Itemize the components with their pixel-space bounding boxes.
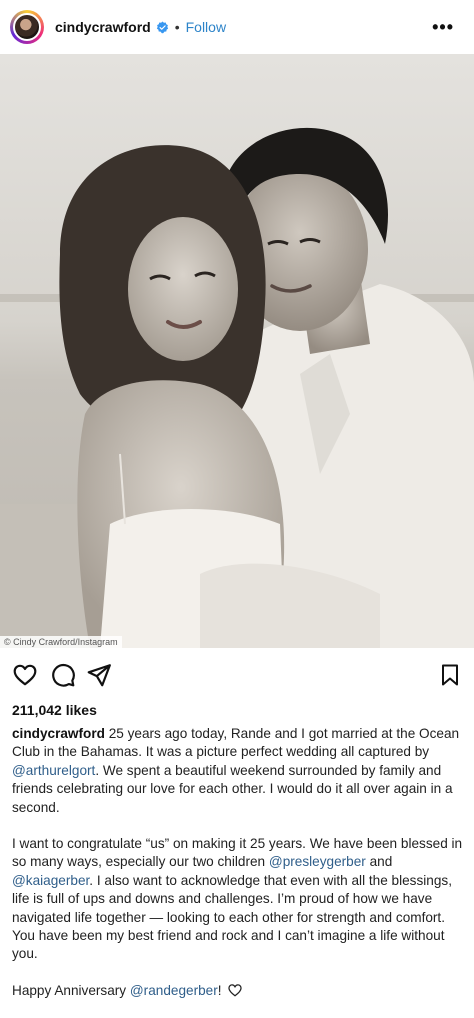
caption-text: Happy Anniversary	[12, 982, 130, 998]
caption-text: I want to congratulate “us” on making it…	[12, 836, 463, 870]
mention-link[interactable]: @arthurelgort	[12, 763, 95, 778]
likes-count[interactable]: 211,042 likes	[12, 702, 97, 718]
post-photo[interactable]: © Cindy Crawford/Instagram	[0, 54, 474, 648]
mention-link[interactable]: @presleygerber	[269, 854, 366, 869]
post-caption: cindycrawford 25 years ago today, Rande …	[12, 725, 464, 1018]
more-options-icon[interactable]: •••	[432, 17, 454, 38]
caption-paragraph-1: cindycrawford 25 years ago today, Rande …	[12, 725, 464, 817]
verified-badge-icon	[156, 21, 168, 33]
action-bar	[0, 660, 474, 692]
separator-dot: •	[174, 19, 180, 35]
caption-paragraph-3: Happy Anniversary @randegerber!	[12, 982, 464, 1000]
avatar[interactable]	[10, 10, 44, 44]
bookmark-icon[interactable]	[438, 662, 462, 688]
mention-link[interactable]: @kaiagerber	[12, 873, 89, 888]
caption-username[interactable]: cindycrawford	[12, 726, 105, 741]
photo-illustration	[0, 54, 474, 648]
heart-emoji-icon	[228, 984, 242, 997]
photo-credit: © Cindy Crawford/Instagram	[0, 636, 122, 648]
like-heart-icon[interactable]	[12, 662, 38, 688]
post-header: cindycrawford • Follow •••	[0, 0, 474, 54]
caption-text: !	[217, 982, 226, 998]
mention-link[interactable]: @randegerber	[130, 983, 218, 998]
comment-icon[interactable]	[50, 662, 76, 688]
caption-paragraph-2: I want to congratulate “us” on making it…	[12, 835, 464, 964]
avatar-image	[13, 13, 41, 41]
caption-text: and	[365, 854, 393, 870]
follow-button[interactable]: Follow	[186, 19, 226, 35]
header-username[interactable]: cindycrawford	[55, 19, 151, 35]
share-send-icon[interactable]	[86, 662, 112, 688]
